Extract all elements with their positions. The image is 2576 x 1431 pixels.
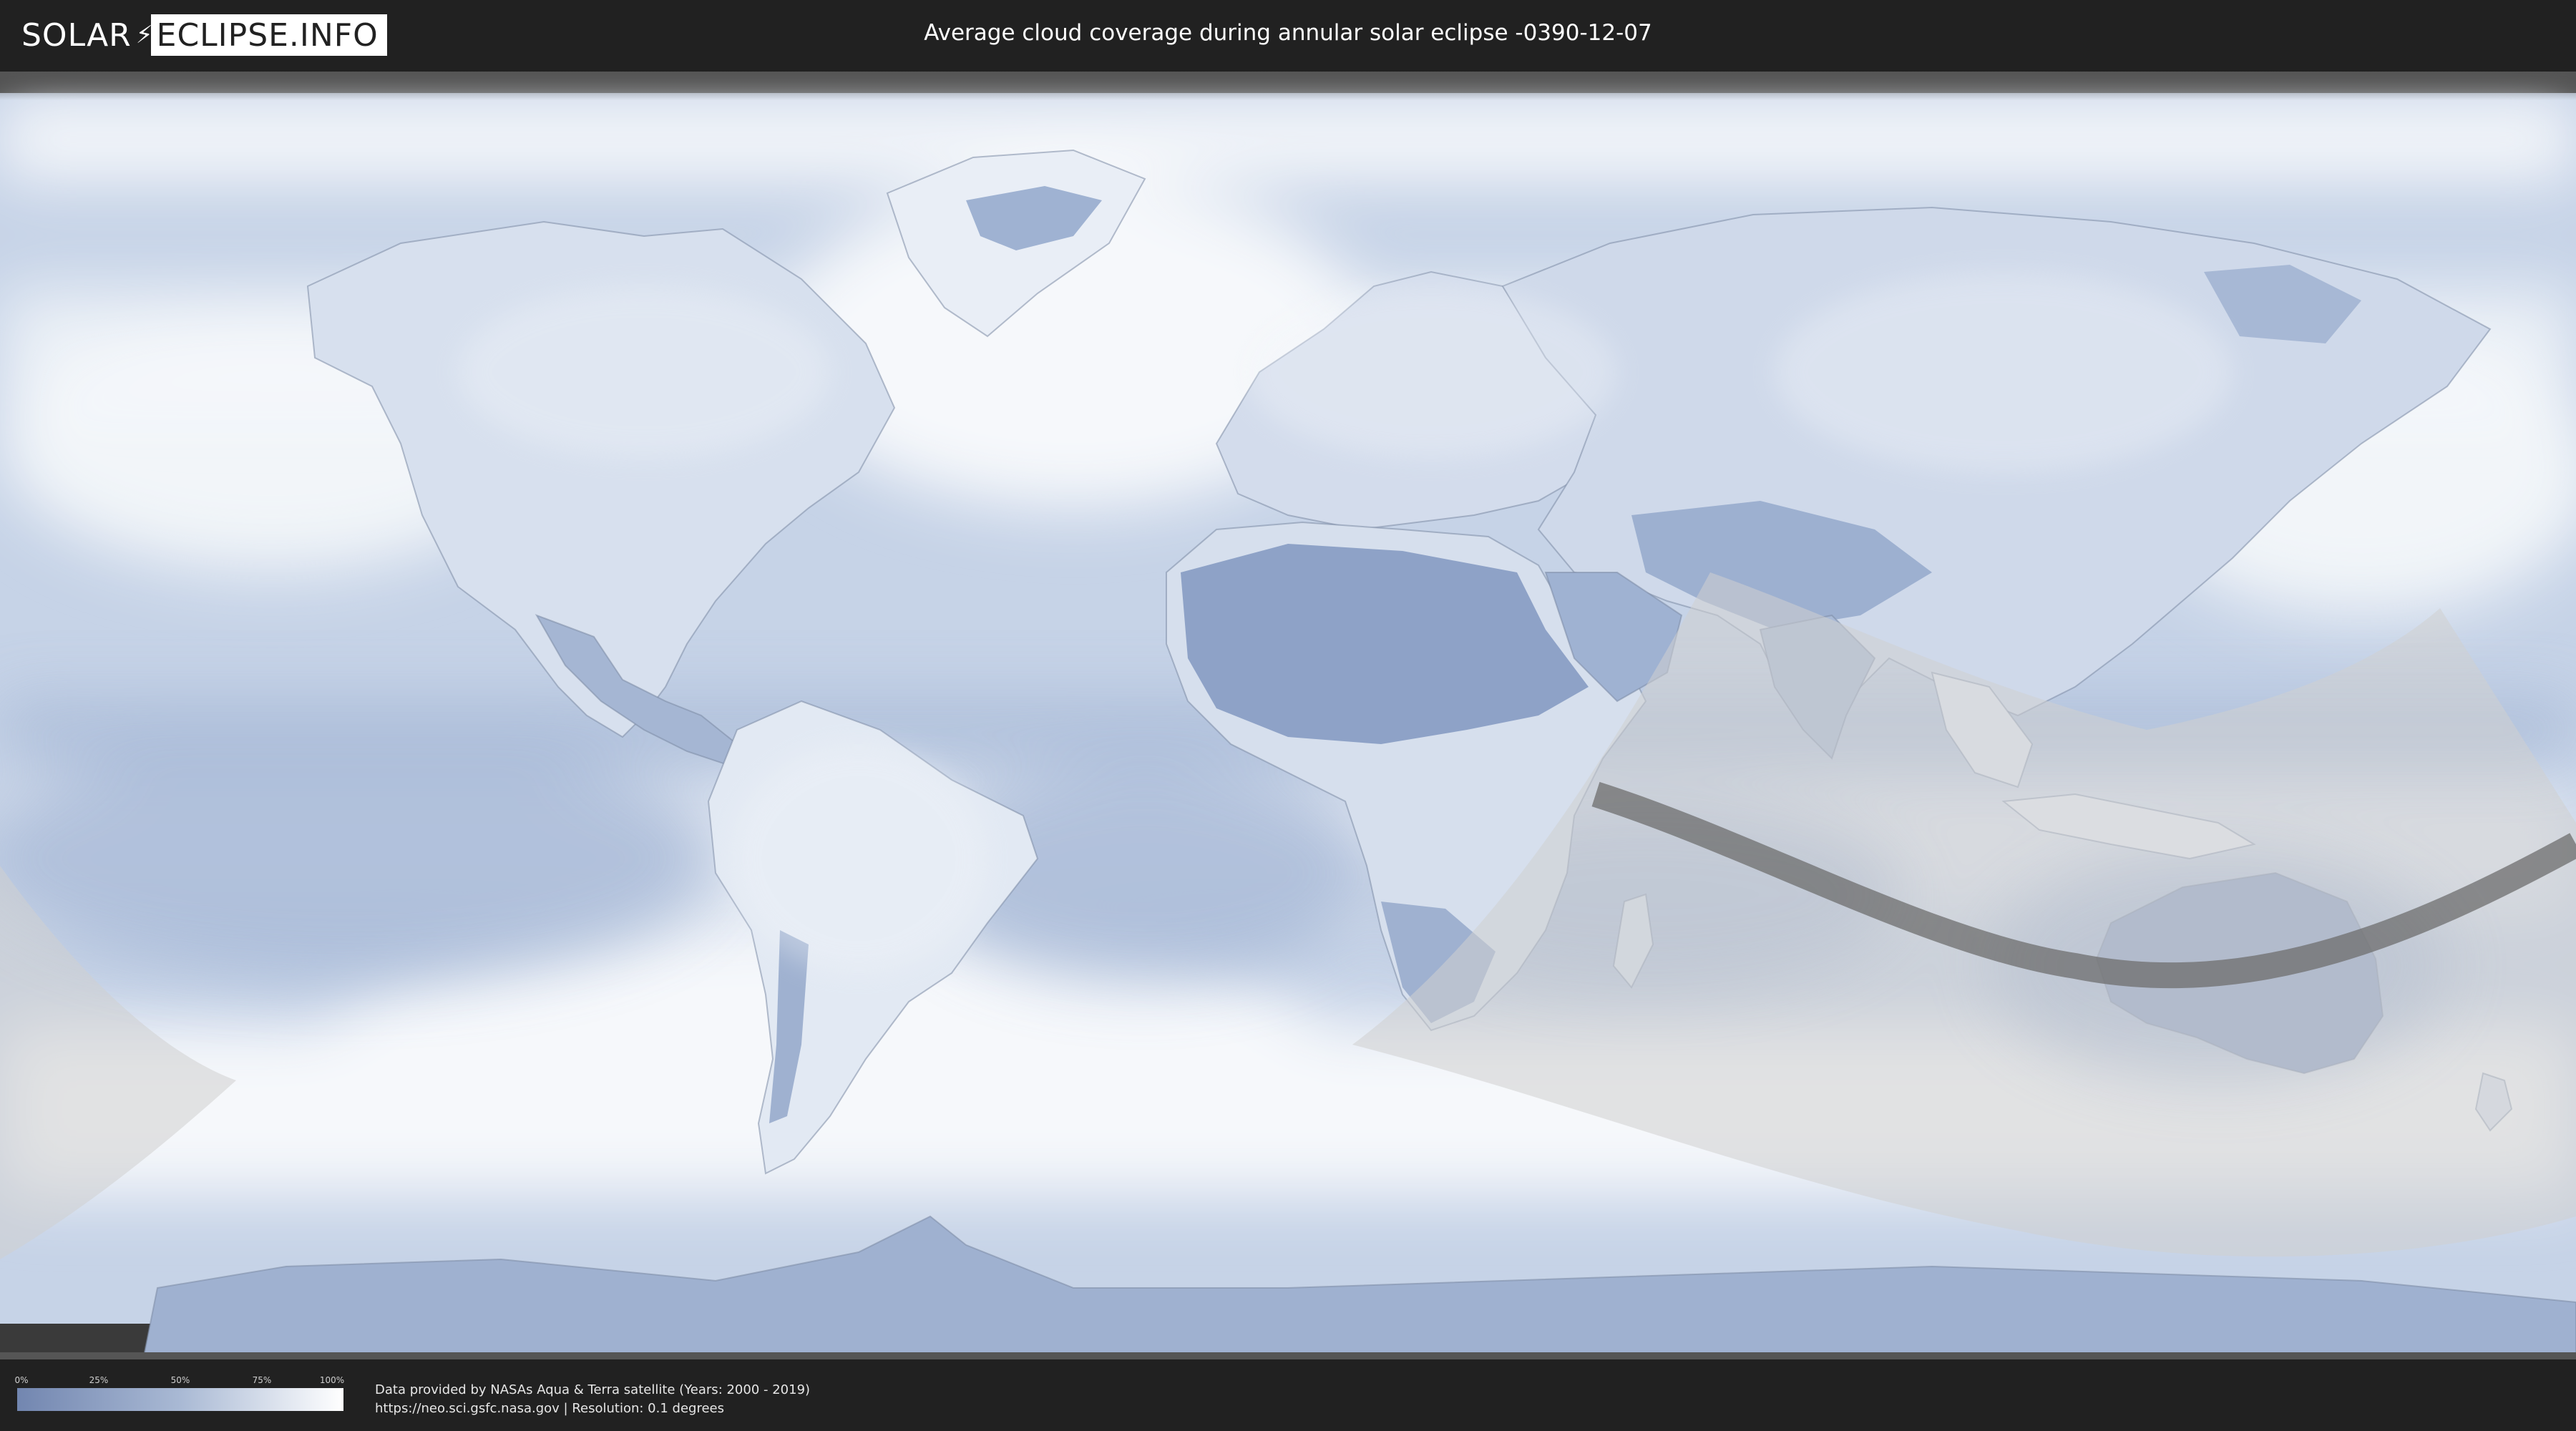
data-credits: Data provided by NASAs Aqua & Terra sate… — [375, 1381, 810, 1418]
world-map-svg — [0, 72, 2576, 1359]
cloud-coverage-legend: 0% 25% 50% 75% 100% — [14, 1375, 345, 1411]
bottom-edge-shade — [0, 1352, 2576, 1359]
legend-tick-25: 25% — [89, 1375, 109, 1385]
top-edge-shade — [0, 72, 2576, 100]
credit-line-1: Data provided by NASAs Aqua & Terra sate… — [375, 1382, 811, 1397]
page-title: Average cloud coverage during annular so… — [924, 20, 1652, 46]
footer-bar: 0% 25% 50% 75% 100% Data provided by NAS… — [0, 1359, 2576, 1431]
credit-line-2: https://neo.sci.gsfc.nasa.gov | Resoluti… — [375, 1401, 724, 1416]
legend-tick-100: 100% — [319, 1375, 345, 1385]
cloud-coverage-map[interactable] — [0, 72, 2576, 1359]
legend-color-bar — [17, 1388, 343, 1411]
header-bar: SOLAR ⚡ ECLIPSE.INFO Average cloud cover… — [0, 0, 2576, 72]
legend-ticks: 0% 25% 50% 75% 100% — [14, 1375, 345, 1388]
legend-tick-50: 50% — [170, 1375, 190, 1385]
legend-tick-0: 0% — [14, 1375, 29, 1385]
legend-tick-75: 75% — [252, 1375, 272, 1385]
